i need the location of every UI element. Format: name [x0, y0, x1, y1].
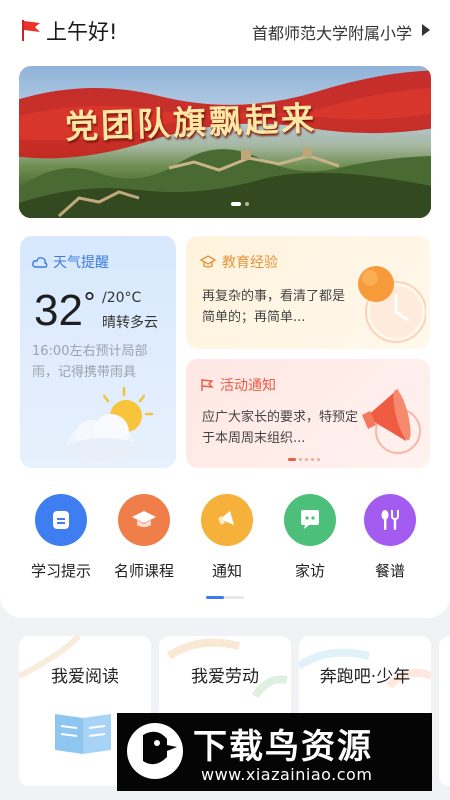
low-temperature: /20°C — [102, 290, 142, 306]
megaphone-illustration — [362, 389, 421, 454]
education-header: 教育经验 — [200, 252, 278, 272]
degree-symbol: ° — [83, 288, 96, 318]
fork-spoon-icon — [364, 494, 416, 546]
watermark-url: www.xiazainiao.com — [201, 765, 373, 784]
red-flag-icon — [22, 20, 40, 41]
banner-carousel[interactable]: 党团队旗飘起来 — [19, 66, 431, 218]
activity-text: 应广大家长的要求，特预定于本周周末组织... — [202, 410, 359, 446]
card-title: 奔跑吧·少年 — [319, 667, 411, 687]
triangle-right-icon[interactable] — [422, 24, 430, 36]
quick-item-label: 学习提示 — [30, 562, 91, 580]
card-title: 我爱阅读 — [51, 667, 119, 687]
weather-label: 天气提醒 — [53, 255, 109, 271]
banner-pagination — [231, 202, 249, 206]
header: 上午好! 首都师范大学附属小学 — [0, 0, 450, 62]
school-name[interactable]: 首都师范大学附属小学 — [252, 20, 412, 44]
top-card: 上午好! 首都师范大学附属小学 党团队旗飘起来 天气提醒 32 ° /20°C … — [0, 0, 450, 618]
quick-item-teacher-course[interactable]: 名师课程 — [102, 490, 186, 581]
activity-card[interactable]: 活动通知 应广大家长的要求，特预定于本周周末组织... — [186, 359, 430, 468]
quick-item-notice[interactable]: 通知 — [185, 490, 269, 581]
notice-icon — [201, 494, 253, 546]
quick-item-label: 家访 — [294, 562, 325, 580]
banner-dot-active — [231, 202, 241, 206]
clock-illustration — [358, 266, 426, 343]
quick-item-label: 餐谱 — [374, 562, 405, 580]
graduation-cap-icon — [200, 255, 216, 268]
card-partial[interactable] — [439, 636, 450, 786]
weather-tip: 16:00左右预计局部雨，记得携带雨具 — [32, 344, 148, 380]
quick-menu-scroll-indicator — [206, 596, 244, 599]
flag-icon — [201, 379, 214, 391]
education-text: 再复杂的事，看清了都是简单的；再简单... — [202, 289, 346, 325]
cloud-icon — [32, 257, 48, 268]
temperature-value: 32 — [34, 286, 83, 335]
greeting-text: 上午好! — [46, 20, 118, 44]
quick-item-home-visit[interactable]: 家访 — [268, 490, 352, 581]
activity-pagination — [288, 458, 320, 461]
activity-dot — [311, 458, 314, 461]
mortarboard-icon — [118, 494, 170, 546]
sun-cloud-illustration — [66, 386, 154, 464]
chat-bubble-icon — [284, 494, 336, 546]
activity-dot — [299, 458, 302, 461]
quick-item-study-tip[interactable]: 学习提示 — [19, 490, 103, 581]
banner-title: 党团队旗飘起来 — [64, 98, 318, 147]
card-title: 我爱劳动 — [191, 667, 259, 687]
quick-menu: 学习提示 名师课程 通知 家访 餐谱 — [0, 490, 450, 590]
weather-card[interactable]: 天气提醒 32 ° /20°C 晴转多云 16:00左右预计局部雨，记得携带雨具 — [20, 236, 176, 468]
activity-dot — [305, 458, 308, 461]
activity-dot-active — [288, 458, 296, 461]
watermark-title: 下载鸟资源 — [193, 727, 373, 767]
study-tip-icon — [35, 494, 87, 546]
activity-header: 活动通知 — [200, 375, 276, 395]
education-card[interactable]: 教育经验 再复杂的事，看清了都是简单的；再简单... — [186, 236, 430, 349]
quick-item-menu[interactable]: 餐谱 — [348, 490, 432, 581]
bird-logo — [127, 723, 183, 779]
weather-header: 天气提醒 — [32, 252, 109, 272]
activity-dot — [317, 458, 320, 461]
banner-dot — [245, 202, 249, 206]
activity-label: 活动通知 — [220, 378, 276, 394]
watermark-overlay: 下载鸟资源 www.xiazainiao.com — [117, 713, 432, 791]
education-label: 教育经验 — [222, 255, 278, 271]
quick-item-label: 名师课程 — [113, 562, 174, 580]
weather-condition: 晴转多云 — [102, 315, 158, 331]
quick-item-label: 通知 — [211, 562, 242, 580]
